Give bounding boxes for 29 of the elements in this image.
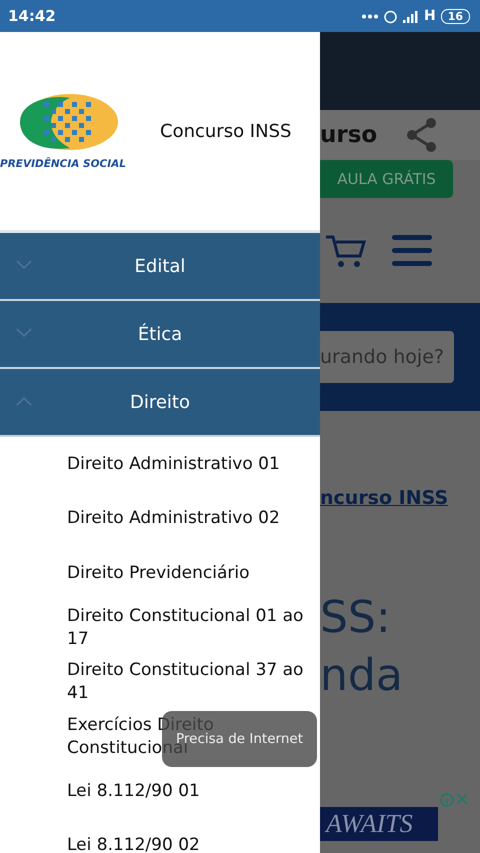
drawer-item[interactable]: Direito Administrativo 01: [0, 437, 320, 492]
battery-level: 16: [440, 8, 470, 24]
close-icon: [456, 793, 468, 805]
info-icon: [440, 793, 454, 807]
article-heading: SS:: [320, 591, 392, 645]
drawer-item[interactable]: Direito Constitucional 37 ao 41: [0, 655, 320, 710]
article-heading: nda: [320, 649, 404, 703]
chevron-down-icon: [16, 260, 32, 270]
section-header[interactable]: Edital: [0, 233, 320, 301]
drawer-item[interactable]: Lei 8.112/90 01: [0, 764, 320, 818]
menu-icon: [392, 234, 432, 266]
drawer-item[interactable]: Direito Constitucional 01 ao 17: [0, 600, 320, 655]
chevron-down-icon: [16, 328, 32, 338]
drawer-item[interactable]: Direito Administrativo 02: [0, 492, 320, 546]
drawer-title: Concurso INSS: [160, 120, 292, 142]
share-icon: [406, 118, 438, 152]
drawer-item[interactable]: Lei 8.112/90 02: [0, 818, 320, 853]
chevron-up-icon: [16, 396, 32, 406]
section-header[interactable]: Direito: [0, 369, 320, 437]
status-time: 14:42: [8, 7, 56, 25]
alarm-icon: [382, 8, 398, 24]
cart-icon: [326, 234, 366, 268]
section-header[interactable]: Ética: [0, 301, 320, 369]
more-dots-icon: [362, 14, 378, 18]
drawer-item[interactable]: Direito Previdenciário: [0, 546, 320, 600]
network-type: H: [424, 8, 436, 24]
page-title: urso: [320, 122, 378, 148]
signal-icon: [402, 10, 419, 22]
logo-caption: PREVIDÊNCIA SOCIAL: [0, 158, 126, 170]
